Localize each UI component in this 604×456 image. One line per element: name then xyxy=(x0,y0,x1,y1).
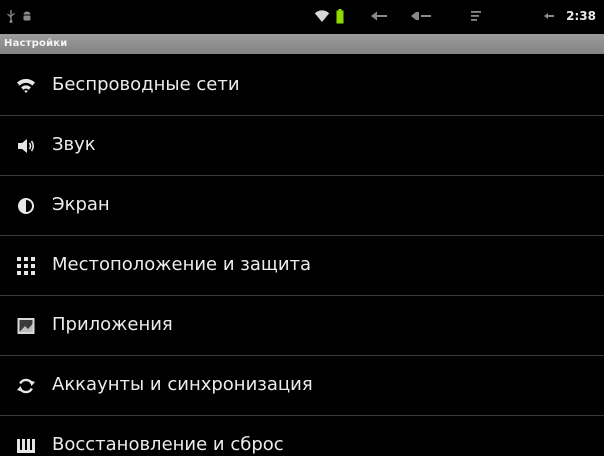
settings-item-label: Беспроводные сети xyxy=(52,74,240,95)
speaker-icon xyxy=(16,136,36,156)
back-icon[interactable] xyxy=(370,9,388,23)
settings-item-display[interactable]: Экран xyxy=(0,176,604,236)
wifi-icon xyxy=(314,9,330,23)
battery-icon xyxy=(336,9,344,24)
settings-item-label: Местоположение и защита xyxy=(52,254,312,275)
settings-item-location-security[interactable]: Местоположение и защита xyxy=(0,236,604,296)
settings-screen: 2:38 Настройки Беспроводные сети Звук Эк… xyxy=(0,0,604,456)
applications-icon xyxy=(16,316,36,336)
status-bar: 2:38 xyxy=(0,0,604,34)
settings-item-wireless[interactable]: Беспроводные сети xyxy=(0,56,604,116)
wifi-icon xyxy=(16,76,36,96)
settings-item-sound[interactable]: Звук xyxy=(0,116,604,176)
usb-icon xyxy=(6,9,16,23)
clock: 2:38 xyxy=(566,9,596,23)
settings-item-label: Восстановление и сброс xyxy=(52,434,284,455)
android-icon xyxy=(22,9,32,23)
settings-item-accounts-sync[interactable]: Аккаунты и синхронизация xyxy=(0,356,604,416)
settings-item-applications[interactable]: Приложения xyxy=(0,296,604,356)
page-title: Настройки xyxy=(4,38,68,49)
menu-icon[interactable] xyxy=(470,9,482,23)
volume-down-icon[interactable] xyxy=(410,9,432,23)
settings-item-label: Экран xyxy=(52,194,110,215)
volume-up-icon[interactable] xyxy=(543,9,555,23)
sync-icon xyxy=(16,376,36,396)
settings-item-label: Звук xyxy=(52,134,96,155)
title-bar: Настройки xyxy=(0,34,604,54)
settings-item-label: Аккаунты и синхронизация xyxy=(52,374,313,395)
location-grid-icon xyxy=(16,256,36,276)
settings-item-backup-reset[interactable]: Восстановление и сброс xyxy=(0,416,604,456)
reset-icon xyxy=(16,436,36,456)
settings-item-label: Приложения xyxy=(52,314,173,335)
settings-list: Беспроводные сети Звук Экран Местоположе… xyxy=(0,56,604,456)
brightness-icon xyxy=(16,196,36,216)
